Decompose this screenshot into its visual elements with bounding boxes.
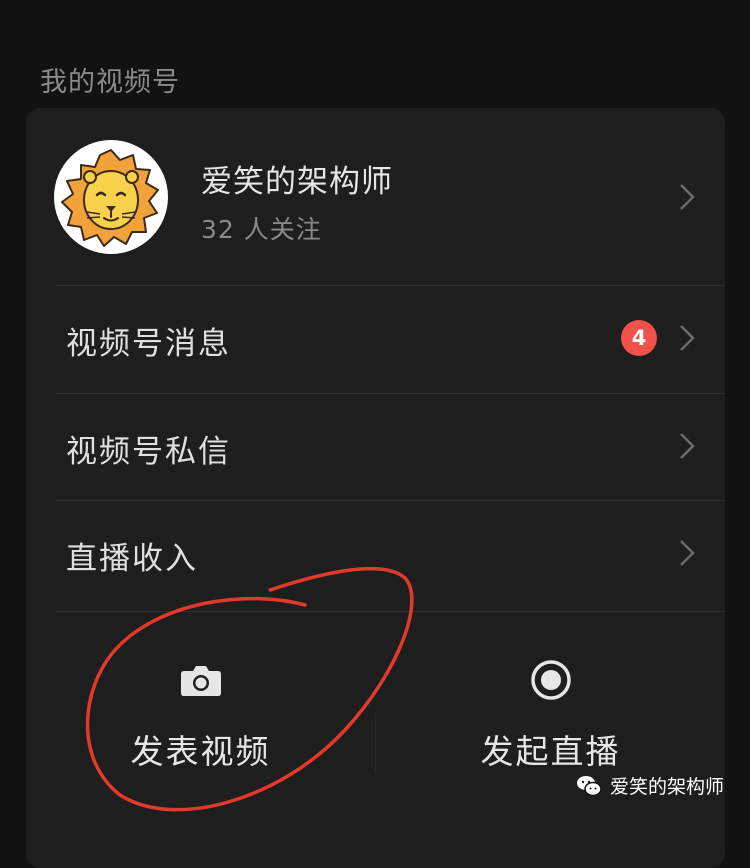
wechat-icon [576, 775, 602, 797]
post-video-label: 发表视频 [130, 732, 271, 771]
chevron-right-icon [679, 539, 695, 567]
watermark: 爱笑的架构师 [576, 772, 724, 799]
watermark-text: 爱笑的架构师 [609, 776, 724, 798]
profile-name: 爱笑的架构师 [201, 164, 393, 200]
unread-badge: 4 [621, 320, 657, 356]
camera-icon [180, 663, 222, 701]
menu-item-private-messages[interactable]: 视频号私信 [26, 394, 725, 501]
menu-item-label: 视频号消息 [66, 326, 231, 362]
post-video-button[interactable]: 发表视频 [26, 613, 375, 813]
channel-card: 爱笑的架构师 32 人关注 视频号消息 4 视频号私信 直播收入 发表视频 发起… [26, 108, 725, 868]
start-live-label: 发起直播 [480, 732, 621, 771]
profile-row[interactable]: 爱笑的架构师 32 人关注 [26, 108, 725, 286]
lion-avatar-icon[interactable] [54, 140, 168, 254]
menu-item-label: 视频号私信 [66, 434, 231, 470]
follower-count: 32 人关注 [201, 215, 322, 244]
divider [56, 611, 725, 612]
chevron-right-icon [679, 183, 695, 211]
section-title: 我的视频号 [40, 67, 180, 98]
menu-item-messages[interactable]: 视频号消息 4 [26, 286, 725, 393]
menu-item-label: 直播收入 [66, 541, 198, 577]
chevron-right-icon [679, 432, 695, 460]
chevron-right-icon [679, 324, 695, 352]
menu-item-live-income[interactable]: 直播收入 [26, 501, 725, 608]
live-record-icon [530, 659, 572, 705]
